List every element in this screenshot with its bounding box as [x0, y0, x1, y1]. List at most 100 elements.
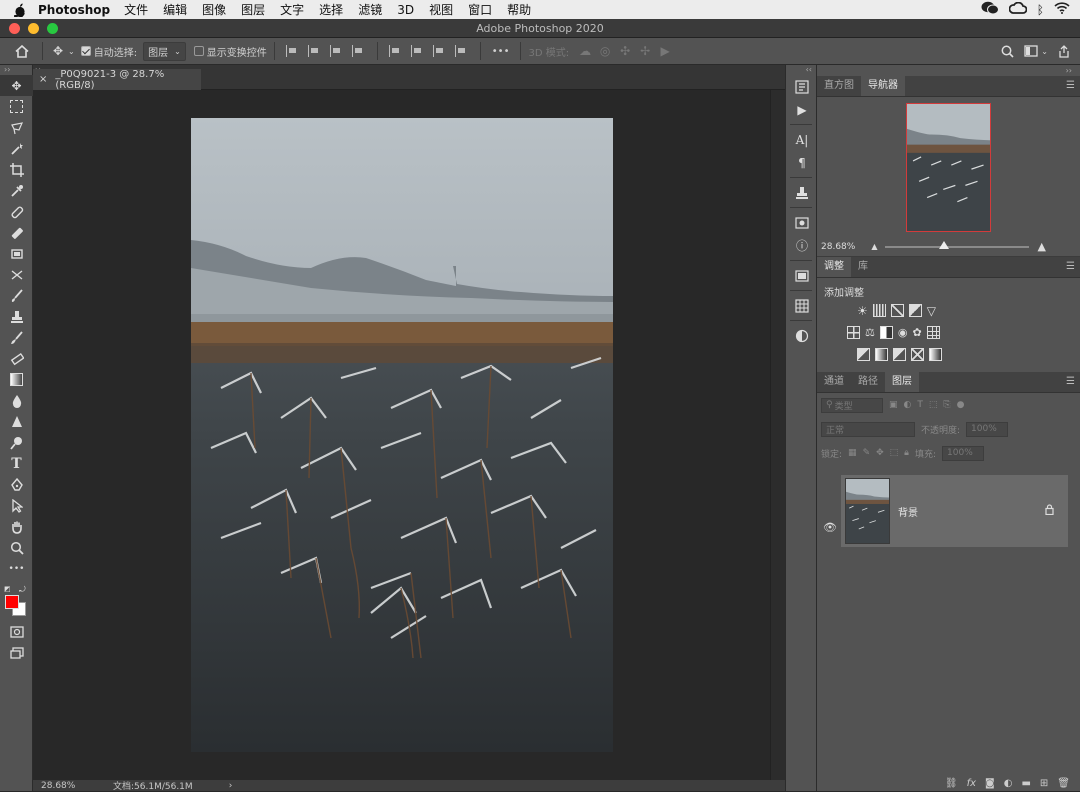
layer-filter-dropdown[interactable]: ⚲ 类型	[821, 397, 883, 413]
more-options-button[interactable]: •••	[492, 46, 510, 57]
lock-pixels-icon[interactable]: ✎	[863, 448, 871, 458]
align-top-icon[interactable]	[388, 45, 403, 57]
3d-roll-icon[interactable]: ◎	[597, 43, 613, 59]
exposure-icon[interactable]	[908, 304, 922, 317]
auto-select-checkbox[interactable]	[80, 46, 91, 56]
color-balance-icon[interactable]: ⚖	[865, 326, 875, 339]
hand-tool-icon[interactable]	[0, 516, 33, 537]
magic-wand-tool-icon[interactable]	[0, 138, 33, 159]
align-left-icon[interactable]	[285, 45, 300, 57]
menu-layer[interactable]: 图层	[241, 1, 265, 18]
workspace-icon[interactable]	[1023, 43, 1039, 59]
navigator-zoom-slider[interactable]	[885, 240, 1030, 249]
history-brush-icon[interactable]	[0, 327, 33, 348]
auto-select-dropdown[interactable]: 图层 ⌄	[143, 41, 186, 61]
align-middle-v-icon[interactable]	[410, 45, 425, 57]
share-icon[interactable]	[1056, 43, 1072, 59]
3d-camera-icon[interactable]: ▶	[657, 43, 673, 59]
zoom-tool-icon[interactable]	[0, 537, 33, 558]
channel-mixer-icon[interactable]: ✿	[912, 326, 921, 339]
wifi-icon[interactable]	[1054, 2, 1070, 17]
quick-mask-icon[interactable]	[0, 621, 33, 642]
layer-visibility-eye-icon[interactable]: 👁︎	[823, 521, 837, 534]
menu-file[interactable]: 文件	[124, 1, 148, 18]
align-bottom-icon[interactable]	[432, 45, 447, 57]
wechat-icon[interactable]	[981, 1, 999, 18]
filter-adjustment-icon[interactable]: ◐	[904, 400, 912, 410]
pen-tool-icon[interactable]	[0, 474, 33, 495]
vertical-scrollbar[interactable]	[770, 90, 785, 780]
align-right-icon[interactable]	[329, 45, 344, 57]
actions-panel-icon[interactable]: ▶	[786, 98, 818, 121]
posterize-icon[interactable]	[875, 348, 888, 361]
3d-orbit-icon[interactable]: ☁	[577, 43, 593, 59]
app-menu-photoshop[interactable]: Photoshop	[38, 3, 110, 17]
layer-row-background[interactable]: 背景	[841, 475, 1068, 547]
hue-saturation-icon[interactable]	[847, 326, 860, 339]
swap-colors-icon[interactable]: ⤾	[19, 585, 26, 595]
new-layer-icon[interactable]: ⊞	[1040, 778, 1048, 789]
bluetooth-icon[interactable]: ᛒ	[1037, 3, 1044, 17]
tab-adjustments[interactable]: 调整	[817, 257, 851, 277]
tab-paths[interactable]: 路径	[851, 372, 885, 392]
new-group-icon[interactable]: ▬	[1021, 778, 1030, 789]
canvas-area[interactable]	[33, 90, 770, 780]
tab-histogram[interactable]: 直方图	[817, 76, 861, 96]
crop-tool-icon[interactable]	[0, 159, 33, 180]
history-panel-icon[interactable]	[786, 75, 818, 98]
3d-pan-icon[interactable]: ✣	[617, 43, 633, 59]
blur-tool-icon[interactable]	[0, 390, 33, 411]
panel-menu-icon[interactable]: ☰	[1066, 376, 1075, 387]
info-panel-icon[interactable]: ⓘ	[786, 234, 818, 257]
3d-slide-icon[interactable]: ✢	[637, 43, 653, 59]
tab-channels[interactable]: 通道	[817, 372, 851, 392]
menu-select[interactable]: 选择	[319, 1, 343, 18]
lasso-tool-icon[interactable]	[0, 117, 33, 138]
color-lookup-icon[interactable]	[926, 326, 940, 339]
layer-lock-icon[interactable]	[1045, 504, 1054, 518]
color-panel-icon[interactable]	[786, 264, 818, 287]
dodge-burn-tool-icon[interactable]	[0, 432, 33, 453]
brush-tool-icon[interactable]	[0, 285, 33, 306]
tab-libraries[interactable]: 库	[851, 257, 875, 277]
tab-navigator[interactable]: 导航器	[861, 76, 905, 96]
window-minimize-button[interactable]	[28, 23, 39, 34]
menu-window[interactable]: 窗口	[468, 1, 492, 18]
move-tool-preset-icon[interactable]: ✥	[50, 43, 66, 59]
filter-shape-icon[interactable]: ⬚	[929, 400, 938, 410]
lock-artboard-icon[interactable]: ⬚	[890, 448, 899, 458]
swatches-panel-icon[interactable]	[786, 294, 818, 317]
navigator-preview[interactable]	[906, 103, 991, 232]
character-panel-icon[interactable]: A|	[786, 128, 818, 151]
gradient-map-icon[interactable]	[929, 348, 942, 361]
healing-brush-tool-icon[interactable]	[0, 201, 33, 222]
distribute-v-icon[interactable]	[454, 45, 469, 57]
eraser-tool-icon[interactable]	[0, 348, 33, 369]
close-tab-icon[interactable]: ×	[39, 74, 47, 85]
lock-position-icon[interactable]: ✥	[876, 448, 884, 458]
menu-3d[interactable]: 3D	[397, 3, 414, 17]
show-transform-checkbox[interactable]	[193, 46, 204, 56]
opacity-field[interactable]: 100%	[966, 421, 1009, 437]
panels-collapse-icon[interactable]: ››	[817, 65, 1080, 76]
menu-view[interactable]: 视图	[429, 1, 453, 18]
window-zoom-button[interactable]	[47, 23, 58, 34]
gradient-tool-icon[interactable]	[0, 369, 33, 390]
filter-pixel-icon[interactable]: ▣	[889, 400, 898, 410]
dock-collapse-icon[interactable]: ‹‹	[786, 65, 816, 75]
apple-menu-icon[interactable]	[12, 2, 28, 18]
fill-field[interactable]: 100%	[942, 445, 985, 461]
eyedropper-tool-icon[interactable]	[0, 180, 33, 201]
threshold-icon[interactable]	[893, 348, 906, 361]
screen-mode-icon[interactable]	[0, 642, 33, 663]
layer-name[interactable]: 背景	[898, 504, 918, 519]
vibrance-icon[interactable]: ▽	[927, 304, 936, 318]
dodge-tool-icon[interactable]	[0, 411, 33, 432]
type-tool-icon[interactable]: T	[0, 453, 33, 474]
delete-layer-icon[interactable]: 🗑︎	[1057, 778, 1070, 789]
lock-transparent-icon[interactable]: ▦	[848, 448, 857, 458]
panel-menu-icon[interactable]: ☰	[1066, 80, 1075, 91]
home-icon[interactable]	[14, 43, 30, 59]
add-mask-icon[interactable]: ◙	[985, 778, 995, 789]
menu-help[interactable]: 帮助	[507, 1, 531, 18]
